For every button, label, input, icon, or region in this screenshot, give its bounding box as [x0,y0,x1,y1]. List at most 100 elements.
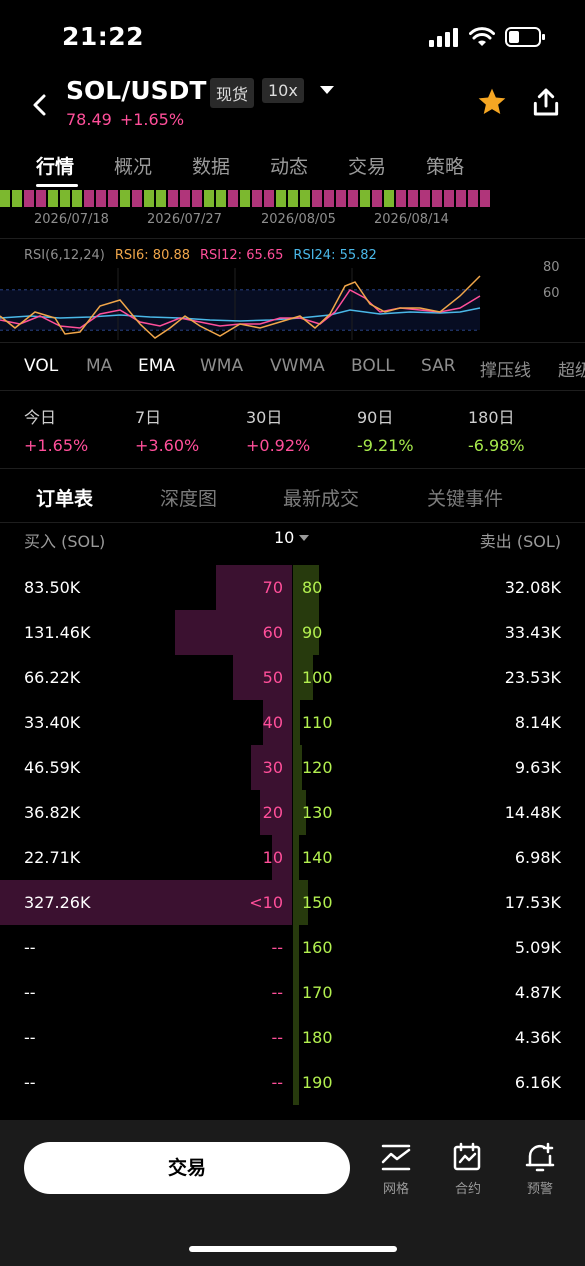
orderbook-row[interactable]: 66.22K 50 100 23.53K [0,655,585,700]
buy-percent: 40 [262,713,283,732]
buy-percent: 10 [262,848,283,867]
volume-bar [156,190,166,207]
volume-bar [0,190,10,207]
dropdown-icon[interactable] [320,86,334,94]
volume-bar [264,190,274,207]
status-time: 21:22 [62,22,145,51]
tab-data[interactable]: 数据 [192,152,230,179]
sell-percent: 160 [302,938,333,957]
sell-percent: 190 [302,1073,333,1092]
orderbook-row[interactable]: -- -- 190 6.16K [0,1060,585,1105]
sell-header: 卖出 (SOL) [479,532,561,551]
sell-percent: 110 [302,713,333,732]
orderbook-row[interactable]: 131.46K 60 90 33.43K [0,610,585,655]
period-label: 7日 [135,408,162,427]
indicator-sar[interactable]: SAR [421,356,456,376]
star-icon[interactable] [476,86,508,118]
orderbook-row[interactable]: 36.82K 20 130 14.48K [0,790,585,835]
tab-market[interactable]: 行情 [36,152,74,179]
volume-bar [312,190,322,207]
volume-bar [204,190,214,207]
volume-bar [468,190,478,207]
spot-tag: 现货 [210,78,255,108]
nav-grid[interactable]: 网格 [371,1142,421,1197]
period-label: 30日 [246,408,283,427]
period-label: 180日 [468,408,515,427]
volume-bar [288,190,298,207]
trade-button[interactable]: 交易 [24,1142,350,1194]
share-icon[interactable] [530,86,562,118]
buy-amount: 33.40K [24,713,81,732]
orderbook-row[interactable]: 327.26K <10 150 17.53K [0,880,585,925]
tab-overview[interactable]: 概况 [114,152,152,179]
tab-news[interactable]: 动态 [270,152,308,179]
depth-select[interactable]: 10 [274,528,294,547]
last-price: 78.49 [66,110,112,129]
divider [0,522,585,523]
nav-alert[interactable]: 预警 [515,1142,565,1197]
tab-strategy[interactable]: 策略 [426,152,464,179]
chevron-down-icon[interactable] [299,535,309,541]
indicator-boll[interactable]: BOLL [351,356,395,376]
volume-bar [444,190,454,207]
volume-bar [300,190,310,207]
volume-bar [24,190,34,207]
indicator-wma[interactable]: WMA [200,356,243,376]
orderbook-row[interactable]: -- -- 160 5.09K [0,925,585,970]
orderbook-row[interactable]: -- -- 180 4.36K [0,1015,585,1060]
sell-depth-bar [293,925,299,970]
orderbook-row[interactable]: -- -- 170 4.87K [0,970,585,1015]
volume-bar [372,190,382,207]
indicator-ema[interactable]: EMA [138,356,175,376]
orderbook-row[interactable]: 46.59K 30 120 9.63K [0,745,585,790]
divider [0,342,585,343]
indicator-supertrend[interactable]: 超级趋势 [558,356,585,381]
volume-bar [216,190,226,207]
volume-bar [12,190,22,207]
orderbook-row[interactable]: 33.40K 40 110 8.14K [0,700,585,745]
period-label: 今日 [24,408,57,427]
date-label: 2026/08/14 [374,212,449,227]
tab-recent-trades[interactable]: 最新成交 [283,484,359,511]
period-today: 今日 +1.65% [24,404,88,455]
date-label: 2026/07/18 [34,212,109,227]
orderbook-row[interactable]: 83.50K 70 80 32.08K [0,565,585,610]
rsi-axis-60: 60 [543,286,560,301]
volume-bar [420,190,430,207]
status-icons [429,26,545,48]
volume-bar [84,190,94,207]
tab-trade[interactable]: 交易 [348,152,386,179]
period-90d: 90日 -9.21% [357,404,414,455]
wifi-icon [469,27,495,46]
sell-amount: 6.98K [514,848,561,867]
orderbook-header: 买入 (SOL) 10 卖出 (SOL) [0,528,585,552]
rsi24-value: RSI24: 55.82 [293,248,377,263]
indicator-support-resistance[interactable]: 撑压线 [480,356,531,381]
back-icon[interactable] [28,90,52,120]
nav-contract[interactable]: 合约 [443,1142,493,1197]
buy-percent: 60 [262,623,283,642]
rsi-axis-80: 80 [543,260,560,275]
rsi-label: RSI(6,12,24) [24,248,105,263]
leverage-tag: 10x [262,78,304,103]
volume-bar [432,190,442,207]
volume-bar [168,190,178,207]
indicator-ma[interactable]: MA [86,356,112,376]
indicator-vol[interactable]: VOL [24,356,58,376]
volume-bar [36,190,46,207]
tab-key-events[interactable]: 关键事件 [427,484,503,511]
volume-bar [48,190,58,207]
tab-depth-chart[interactable]: 深度图 [160,484,217,511]
indicator-vwma[interactable]: VWMA [270,356,325,376]
buy-amount: -- [24,1073,36,1092]
sell-percent: 150 [302,893,333,912]
battery-icon [505,27,545,47]
pair-header: SOL/USDT 现货 10x 78.49 +1.65% [0,70,585,140]
volume-bar [72,190,82,207]
sell-percent: 170 [302,983,333,1002]
volume-bar [240,190,250,207]
tab-orderbook[interactable]: 订单表 [36,484,93,511]
pair-title[interactable]: SOL/USDT [66,76,206,105]
orderbook-row[interactable]: 22.71K 10 140 6.98K [0,835,585,880]
buy-amount: -- [24,938,36,957]
